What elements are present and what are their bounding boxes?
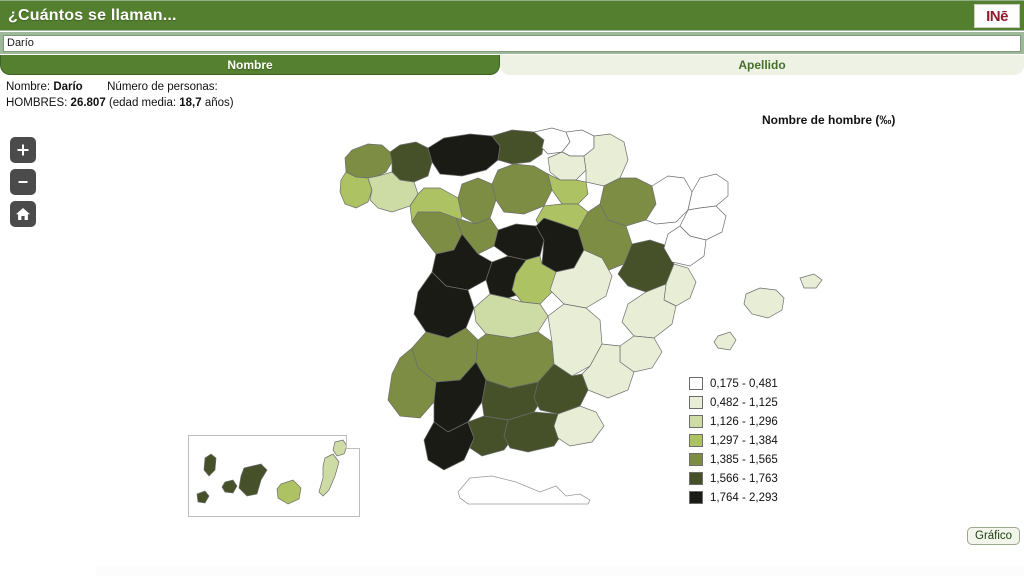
legend-label: 0,175 - 0,481: [710, 377, 778, 390]
search-input[interactable]: [3, 34, 1021, 52]
ine-logo: IN ē: [974, 4, 1020, 28]
legend-label: 1,126 - 1,296: [710, 415, 778, 428]
legend-swatch: [689, 415, 703, 428]
legend-item: 0,482 - 1,125: [689, 393, 778, 412]
island-tenerife: [238, 463, 268, 497]
island-gran-canaria: [276, 479, 302, 505]
ine-logo-accent: ē: [1000, 7, 1008, 25]
bottom-strip: [96, 566, 1024, 576]
legend-label: 1,297 - 1,384: [710, 434, 778, 447]
island-la-palma: [203, 453, 217, 477]
province-girona: [687, 173, 729, 211]
tab-nombre[interactable]: Nombre: [0, 55, 500, 75]
page-title: ¿Cuántos se llaman...: [8, 6, 177, 24]
legend-label: 1,764 - 2,293: [710, 491, 778, 504]
province-araba: [547, 151, 587, 181]
app-header: ¿Cuántos se llaman... IN ē: [0, 0, 1024, 31]
map-legend: 0,175 - 0,481 0,482 - 1,125 1,126 - 1,29…: [689, 374, 778, 507]
africa-coastline: [457, 475, 591, 505]
island-lanzarote: [332, 439, 348, 457]
legend-label: 1,566 - 1,763: [710, 472, 778, 485]
legend-swatch: [689, 396, 703, 409]
province-palencia: [457, 177, 497, 225]
ine-logo-text: IN: [986, 7, 1001, 25]
province-asturias: [427, 133, 501, 177]
legend-swatch: [689, 453, 703, 466]
legend-item: 1,297 - 1,384: [689, 431, 778, 450]
province-illes-balears-menorca: [799, 273, 823, 289]
legend-label: 1,385 - 1,565: [710, 453, 778, 466]
tab-apellido[interactable]: Apellido: [500, 55, 1024, 75]
province-burgos: [491, 163, 553, 215]
province-zamora: [411, 211, 463, 255]
grafico-button[interactable]: Gráfico: [967, 527, 1021, 545]
island-fuerteventura: [318, 453, 340, 497]
province-segovia: [493, 223, 545, 261]
app-root: ¿Cuántos se llaman... INē Nombre Apellid…: [0, 0, 1024, 576]
label-numero-personas: Número de personas:: [107, 81, 218, 93]
inset-fold-corner: [346, 435, 360, 449]
legend-item: 0,175 - 0,481: [689, 374, 778, 393]
value-nombre: Darío: [53, 81, 83, 93]
island-el-hierro: [196, 490, 210, 504]
province-cantabria: [491, 129, 545, 165]
choropleth-map[interactable]: [0, 100, 1024, 540]
province-illes-balears-ibiza: [713, 331, 737, 351]
province-a-coruna: [344, 143, 393, 179]
legend-item: 1,764 - 2,293: [689, 488, 778, 507]
legend-item: 1,566 - 1,763: [689, 469, 778, 488]
result-name-line: Nombre: Darío Número de personas:: [6, 79, 234, 95]
label-nombre: Nombre:: [6, 81, 51, 93]
province-illes-balears-mallorca: [743, 287, 785, 319]
island-la-gomera: [221, 479, 238, 494]
legend-label: 0,482 - 1,125: [710, 396, 778, 409]
legend-swatch: [689, 434, 703, 447]
search-bar: [0, 32, 1024, 54]
legend-swatch: [689, 472, 703, 485]
legend-swatch: [689, 377, 703, 390]
legend-swatch: [689, 491, 703, 504]
legend-item: 1,385 - 1,565: [689, 450, 778, 469]
legend-item: 1,126 - 1,296: [689, 412, 778, 431]
tab-bar: Nombre Apellido: [0, 55, 1024, 75]
canary-islands-inset[interactable]: [188, 435, 360, 517]
